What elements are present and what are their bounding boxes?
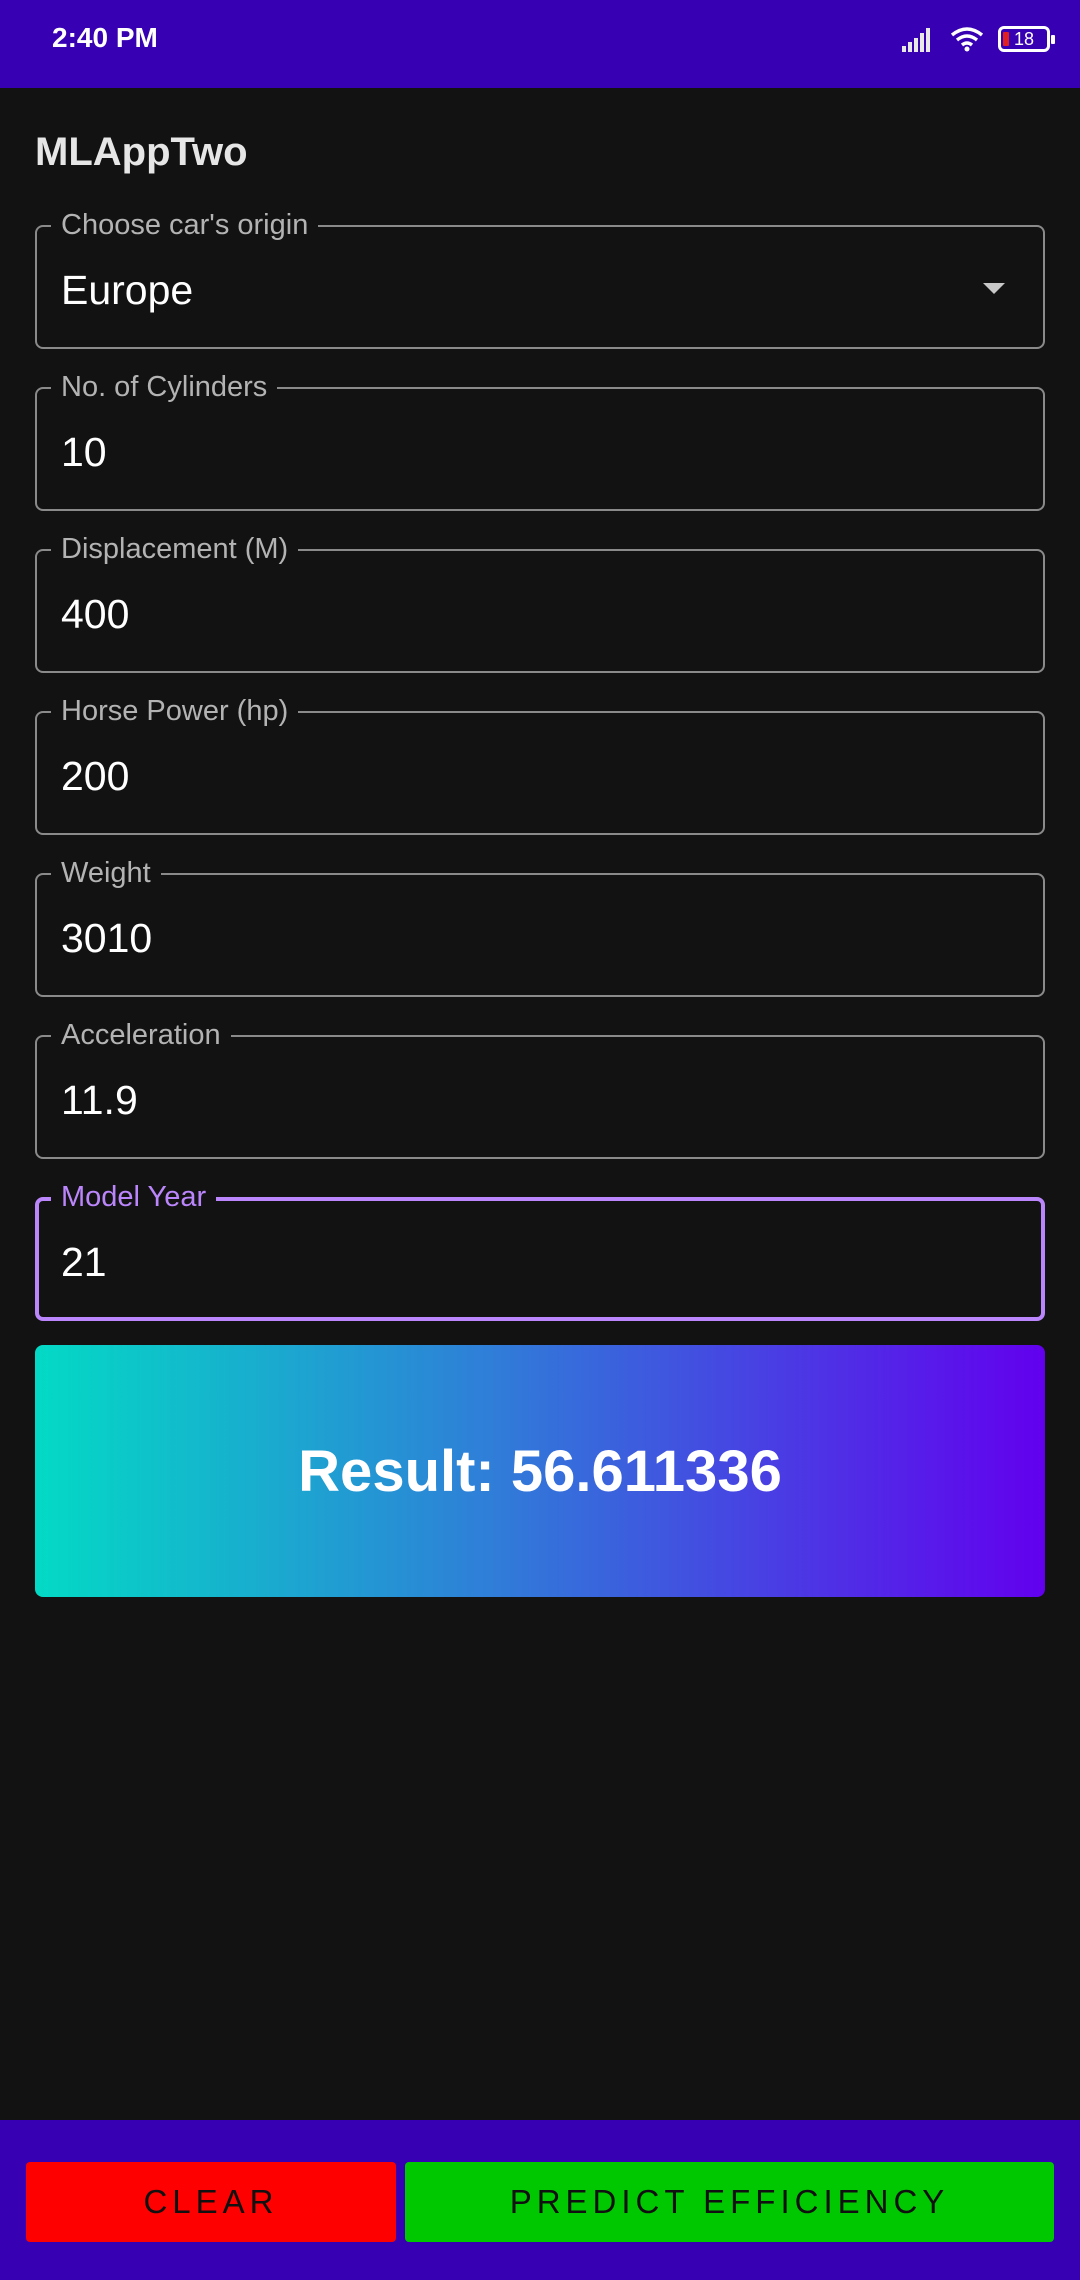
displacement-label: Displacement (M)	[51, 529, 299, 569]
origin-label: Choose car's origin	[51, 205, 319, 245]
wifi-icon	[950, 27, 984, 52]
horsepower-label: Horse Power (hp)	[51, 691, 299, 731]
displacement-field[interactable]: Displacement (M) 400	[35, 529, 1045, 673]
model-year-value[interactable]: 21	[61, 1237, 107, 1287]
origin-dropdown[interactable]: Choose car's origin Europe	[35, 205, 1045, 349]
bottom-action-bar: CLEAR PREDICT EFFICIENCY	[0, 2120, 1080, 2280]
status-time: 2:40 PM	[52, 22, 158, 53]
signal-icon	[902, 26, 936, 52]
app-title: MLAppTwo	[35, 130, 248, 174]
battery-icon: 18	[998, 26, 1055, 52]
horsepower-value[interactable]: 200	[61, 751, 129, 801]
clear-button[interactable]: CLEAR	[26, 2162, 396, 2242]
model-year-field[interactable]: Model Year 21	[35, 1177, 1045, 1321]
weight-field[interactable]: Weight 3010	[35, 853, 1045, 997]
acceleration-field[interactable]: Acceleration 11.9	[35, 1015, 1045, 1159]
horsepower-field[interactable]: Horse Power (hp) 200	[35, 691, 1045, 835]
acceleration-value[interactable]: 11.9	[61, 1075, 138, 1125]
model-year-label: Model Year	[51, 1177, 217, 1217]
cylinders-label: No. of Cylinders	[51, 367, 278, 407]
battery-fill	[1003, 32, 1009, 46]
battery-level: 18	[1013, 28, 1035, 49]
weight-value[interactable]: 3010	[61, 913, 152, 963]
predict-efficiency-button[interactable]: PREDICT EFFICIENCY	[405, 2162, 1054, 2242]
cylinders-value[interactable]: 10	[61, 427, 107, 477]
status-icons: 18	[902, 22, 1055, 56]
acceleration-label: Acceleration	[51, 1015, 231, 1055]
result-text: Result: 56.611336	[298, 1438, 782, 1504]
result-card: Result: 56.611336	[35, 1345, 1045, 1597]
dropdown-arrow-icon	[983, 283, 1005, 294]
origin-value: Europe	[61, 267, 194, 313]
status-bar: 2:40 PM 18	[0, 0, 1080, 88]
weight-label: Weight	[51, 853, 161, 893]
cylinders-field[interactable]: No. of Cylinders 10	[35, 367, 1045, 511]
displacement-value[interactable]: 400	[61, 589, 129, 639]
